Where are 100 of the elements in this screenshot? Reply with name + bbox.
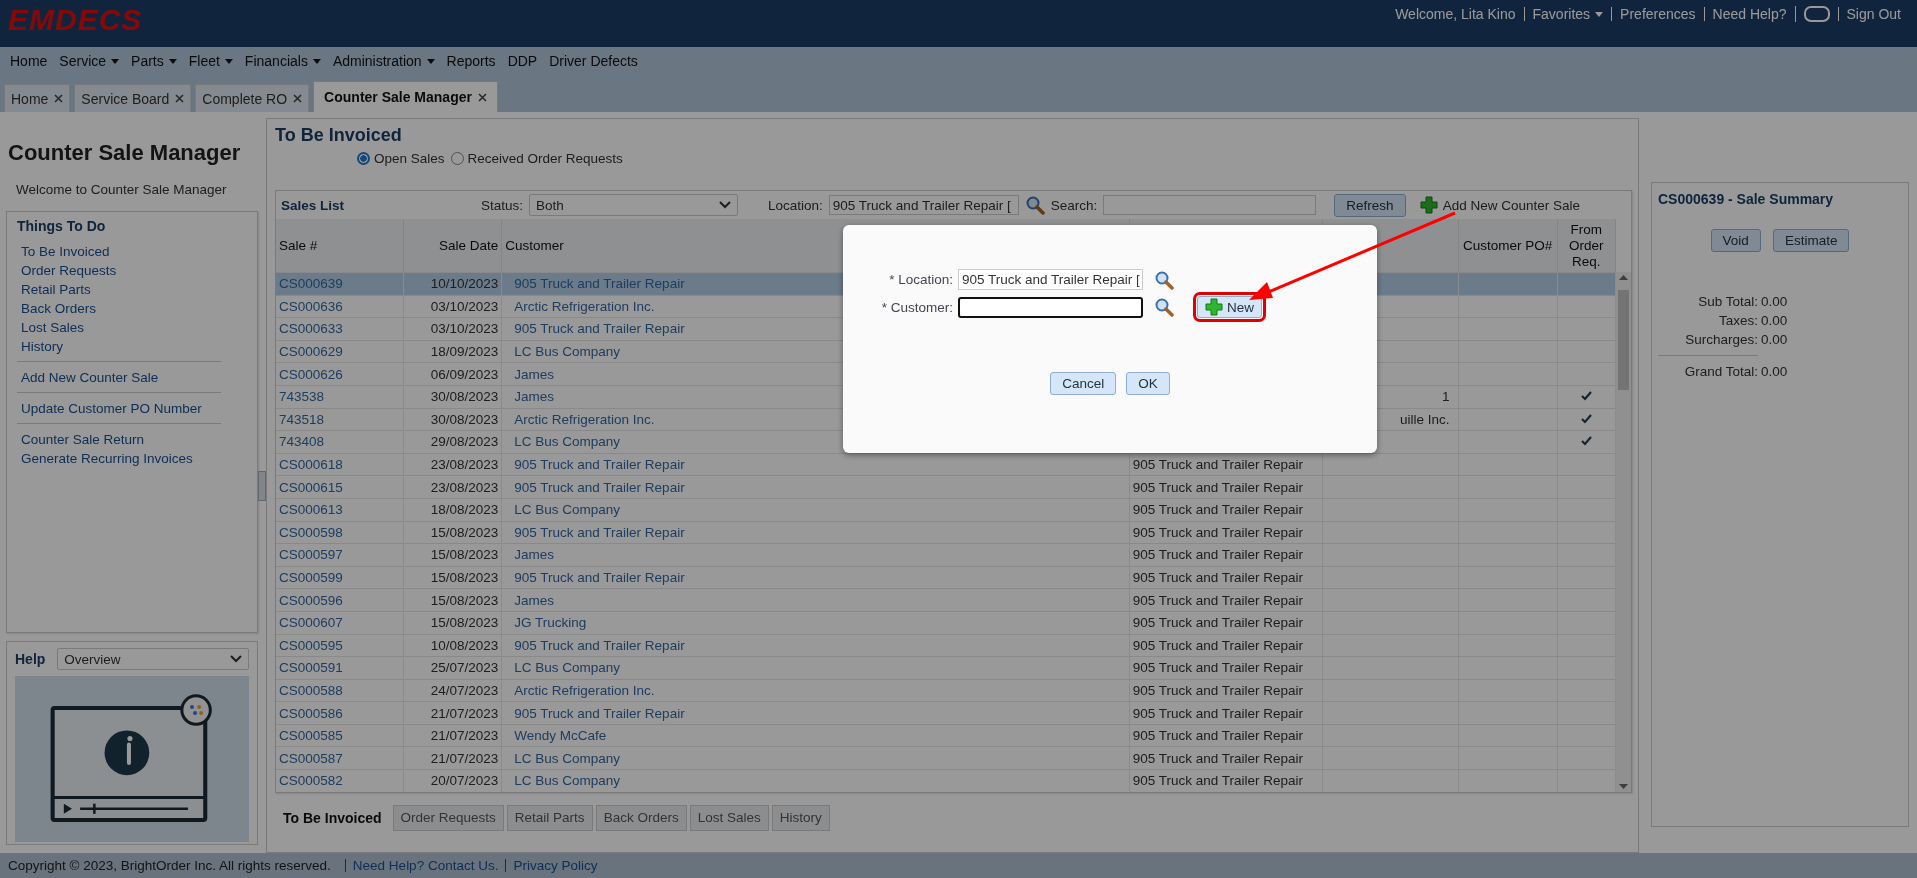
task-link[interactable]: To Be Invoiced xyxy=(21,242,110,261)
add-new-link[interactable]: Add New Counter Sale xyxy=(1419,196,1580,214)
chevron-icon[interactable] xyxy=(230,655,242,663)
view-tab[interactable]: History xyxy=(771,804,830,831)
sale-number-link[interactable]: 743408 xyxy=(276,430,404,454)
caret-icon[interactable] xyxy=(224,58,233,64)
header-link[interactable]: Sign Out xyxy=(1846,7,1901,21)
customer-link[interactable]: James xyxy=(501,588,1130,612)
search-icon[interactable] xyxy=(1024,195,1045,215)
action-button[interactable]: Void xyxy=(1710,229,1761,252)
sale-number-link[interactable]: CS000586 xyxy=(276,701,404,725)
sale-number-link[interactable]: CS000587 xyxy=(276,746,404,770)
close-icon[interactable] xyxy=(293,94,303,103)
customer-link[interactable]: LC Bus Company xyxy=(501,746,1130,770)
sale-number-link[interactable]: CS000613 xyxy=(276,498,404,522)
task-link[interactable]: Add New Counter Sale xyxy=(21,368,159,387)
caret-icon[interactable] xyxy=(312,58,321,64)
sale-number-link[interactable]: CS000639 xyxy=(276,272,404,296)
sale-number-link[interactable]: CS000585 xyxy=(276,724,404,747)
view-tab[interactable]: Lost Sales xyxy=(689,804,769,831)
refresh-button[interactable]: Refresh xyxy=(1334,193,1406,217)
page-tab[interactable]: Complete RO xyxy=(195,84,310,112)
task-link[interactable]: Generate Recurring Invoices xyxy=(21,449,193,468)
menu-item[interactable]: Administration xyxy=(326,53,441,69)
sale-number-link[interactable]: CS000596 xyxy=(276,588,404,612)
sale-number-link[interactable]: CS000629 xyxy=(276,340,404,363)
menu-item[interactable]: Driver Defects xyxy=(543,53,644,69)
radio-option[interactable]: Open Sales xyxy=(357,151,445,166)
sale-number-link[interactable]: CS000597 xyxy=(276,543,404,567)
task-link[interactable]: Counter Sale Return xyxy=(21,430,145,449)
caret-icon[interactable] xyxy=(426,58,435,64)
header-link[interactable]: Need Help? xyxy=(1712,7,1787,21)
menu-item[interactable]: DDP xyxy=(501,53,544,69)
customer-link[interactable]: LC Bus Company xyxy=(501,656,1130,680)
sale-number-link[interactable]: CS000618 xyxy=(276,453,404,476)
close-icon[interactable] xyxy=(477,92,487,102)
sale-number-link[interactable]: CS000582 xyxy=(276,769,404,792)
close-icon[interactable] xyxy=(54,94,64,103)
close-icon[interactable] xyxy=(175,94,185,103)
view-tab[interactable]: Back Orders xyxy=(595,804,687,831)
caret-icon[interactable] xyxy=(111,58,120,64)
sale-number-link[interactable]: CS000607 xyxy=(276,611,404,634)
scrollbar-thumb[interactable] xyxy=(1618,290,1629,390)
dialog-button[interactable]: OK xyxy=(1126,372,1170,395)
task-link[interactable]: Update Customer PO Number xyxy=(21,399,202,418)
view-tab[interactable]: Retail Parts xyxy=(506,804,593,831)
radio-option[interactable]: Received Order Requests xyxy=(450,151,623,166)
caret-icon[interactable] xyxy=(168,58,177,64)
sale-number-link[interactable]: CS000598 xyxy=(276,521,404,544)
sale-number-link[interactable]: CS000615 xyxy=(276,475,404,499)
search-icon[interactable] xyxy=(1154,297,1174,317)
input-field[interactable] xyxy=(958,296,1143,318)
menu-item[interactable]: Financials xyxy=(238,53,327,69)
task-link[interactable]: Lost Sales xyxy=(21,318,85,337)
customer-link[interactable]: LC Bus Company xyxy=(501,498,1130,522)
status-select[interactable]: Both xyxy=(529,194,739,216)
customer-link[interactable]: 905 Truck and Trailer Repair xyxy=(501,566,1130,589)
sale-number-link[interactable]: CS000595 xyxy=(276,634,404,657)
customer-link[interactable]: 905 Truck and Trailer Repair xyxy=(501,634,1130,657)
view-tab[interactable]: Order Requests xyxy=(392,804,504,831)
sale-number-link[interactable]: CS000636 xyxy=(276,295,404,318)
sale-number-link[interactable]: 743518 xyxy=(276,408,404,431)
sale-number-link[interactable]: CS000588 xyxy=(276,679,404,702)
page-tab[interactable]: Counter Sale Manager xyxy=(313,81,498,112)
search-icon[interactable] xyxy=(1154,269,1174,290)
header-link[interactable]: Preferences xyxy=(1620,7,1696,21)
menu-item[interactable]: Parts xyxy=(125,53,183,69)
task-link[interactable]: Retail Parts xyxy=(21,280,91,299)
input-field[interactable]: 905 Truck and Trailer Repair [ xyxy=(958,269,1143,290)
help-topic-select[interactable]: Overview xyxy=(57,648,249,670)
video-thumbnail-drawing[interactable] xyxy=(50,694,212,822)
collapse-handle[interactable] xyxy=(258,470,266,501)
customer-link[interactable]: 905 Truck and Trailer Repair xyxy=(501,521,1130,544)
sale-number-link[interactable]: CS000599 xyxy=(276,566,404,589)
chat-icon[interactable] xyxy=(1803,6,1830,22)
customer-link[interactable]: Wendy McCafe xyxy=(501,724,1130,747)
dialog-button[interactable]: Cancel xyxy=(1050,372,1117,395)
menu-item[interactable]: Home xyxy=(4,53,54,69)
search-field[interactable] xyxy=(1103,195,1317,215)
customer-link[interactable]: LC Bus Company xyxy=(501,769,1130,792)
chevron-icon[interactable] xyxy=(719,201,732,209)
menu-item[interactable]: Reports xyxy=(440,53,502,69)
action-button[interactable]: Estimate xyxy=(1772,229,1850,252)
page-tab[interactable]: Service Board xyxy=(74,84,192,112)
task-link[interactable]: Order Requests xyxy=(21,261,117,280)
page-tab[interactable]: Home xyxy=(4,84,71,112)
menu-item[interactable]: Service xyxy=(53,53,126,69)
customer-link[interactable]: James xyxy=(501,543,1130,567)
customer-link[interactable]: 905 Truck and Trailer Repair xyxy=(501,475,1130,499)
scrollbar[interactable] xyxy=(1616,272,1631,792)
task-link[interactable]: History xyxy=(21,337,63,356)
favorites-menu[interactable]: Favorites xyxy=(1532,7,1604,21)
sale-number-link[interactable]: CS000633 xyxy=(276,317,404,341)
customer-link[interactable]: 905 Truck and Trailer Repair xyxy=(501,701,1130,725)
footer-link[interactable]: Need Help? Contact Us. xyxy=(344,859,506,872)
task-link[interactable]: Back Orders xyxy=(21,299,97,318)
location-field[interactable]: 905 Truck and Trailer Repair [ xyxy=(828,195,1019,215)
customer-link[interactable]: Arctic Refrigeration Inc. xyxy=(501,679,1130,702)
sale-number-link[interactable]: 743538 xyxy=(276,385,404,409)
sale-number-link[interactable]: CS000626 xyxy=(276,362,404,386)
